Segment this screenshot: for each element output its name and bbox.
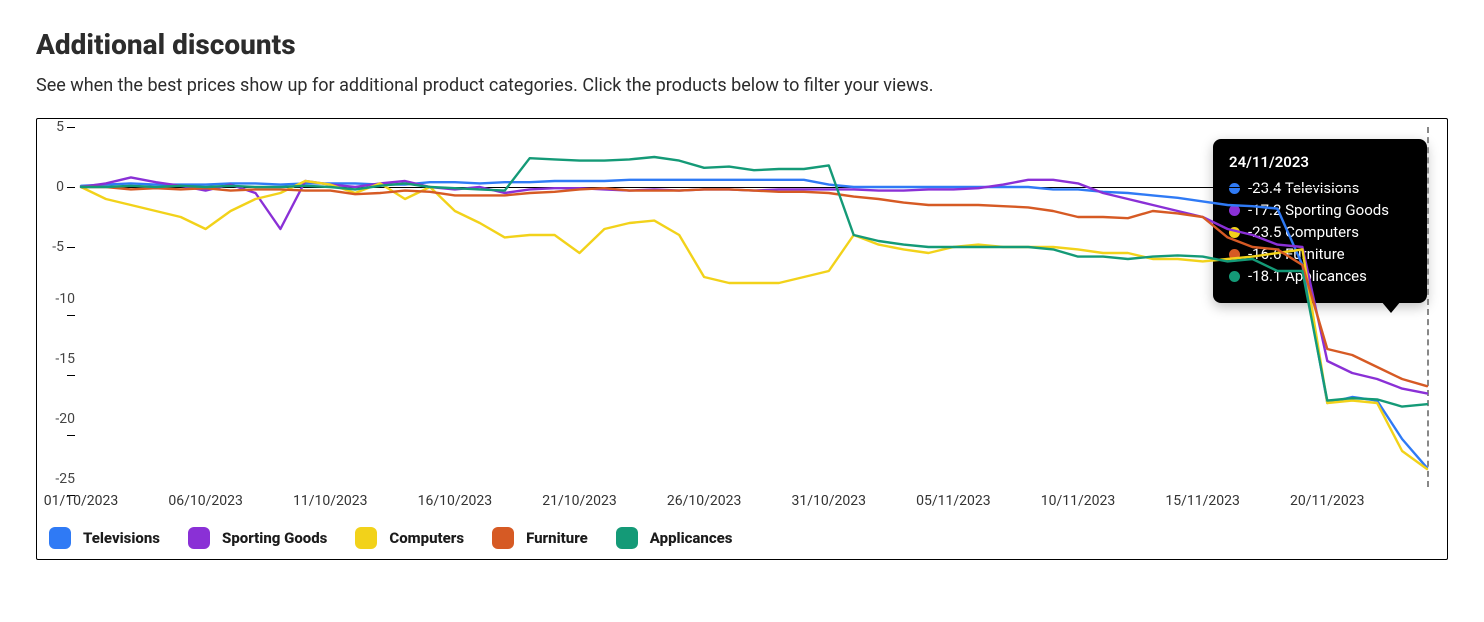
legend-item[interactable]: Televisions: [49, 527, 160, 549]
legend-swatch-icon: [188, 527, 210, 549]
legend-label: Televisions: [83, 529, 160, 547]
x-tick: 11/10/2023: [293, 493, 368, 509]
legend-swatch-icon: [355, 527, 377, 549]
legend-item[interactable]: Computers: [355, 527, 464, 549]
legend-label: Furniture: [526, 529, 588, 547]
chart-svg: [81, 127, 1427, 487]
y-tick: -5: [45, 239, 75, 255]
legend-swatch-icon: [49, 527, 71, 549]
y-tick: -10: [45, 291, 75, 323]
page-title: Additional discounts: [36, 28, 1448, 61]
chart-x-axis: 01/10/202306/10/202311/10/202316/10/2023…: [81, 493, 1427, 513]
hover-guideline: [1427, 127, 1429, 487]
legend-swatch-icon: [616, 527, 638, 549]
legend-item[interactable]: Applicances: [616, 527, 733, 549]
x-tick: 01/10/2023: [44, 493, 119, 509]
x-tick: 16/10/2023: [418, 493, 493, 509]
legend-item[interactable]: Sporting Goods: [188, 527, 327, 549]
x-tick: 21/10/2023: [542, 493, 617, 509]
series-line[interactable]: [81, 177, 1427, 393]
x-tick: 10/11/2023: [1041, 493, 1116, 509]
legend-label: Sporting Goods: [222, 529, 327, 547]
legend-label: Applicances: [650, 529, 733, 547]
x-tick: 05/11/2023: [916, 493, 991, 509]
chart-container: 24/11/2023 -23.4 Televisions-17.2 Sporti…: [36, 118, 1448, 560]
x-tick: 15/11/2023: [1165, 493, 1240, 509]
x-tick: 26/10/2023: [667, 493, 742, 509]
chart-legend: Televisions Sporting Goods Computers Furnit…: [45, 527, 1435, 549]
series-line[interactable]: [81, 157, 1427, 407]
x-tick: 20/11/2023: [1290, 493, 1365, 509]
series-line[interactable]: [81, 187, 1427, 386]
legend-swatch-icon: [492, 527, 514, 549]
chart-plot-area[interactable]: 50-5-10-15-20-25: [81, 127, 1427, 487]
y-tick: -15: [45, 351, 75, 383]
legend-label: Computers: [389, 529, 464, 547]
x-tick: 06/10/2023: [168, 493, 243, 509]
legend-item[interactable]: Furniture: [492, 527, 588, 549]
page-subtitle: See when the best prices show up for add…: [36, 75, 1448, 96]
y-tick: -20: [45, 411, 75, 443]
x-tick: 31/10/2023: [792, 493, 867, 509]
y-tick: 5: [45, 119, 75, 135]
y-tick: 0: [45, 179, 75, 195]
